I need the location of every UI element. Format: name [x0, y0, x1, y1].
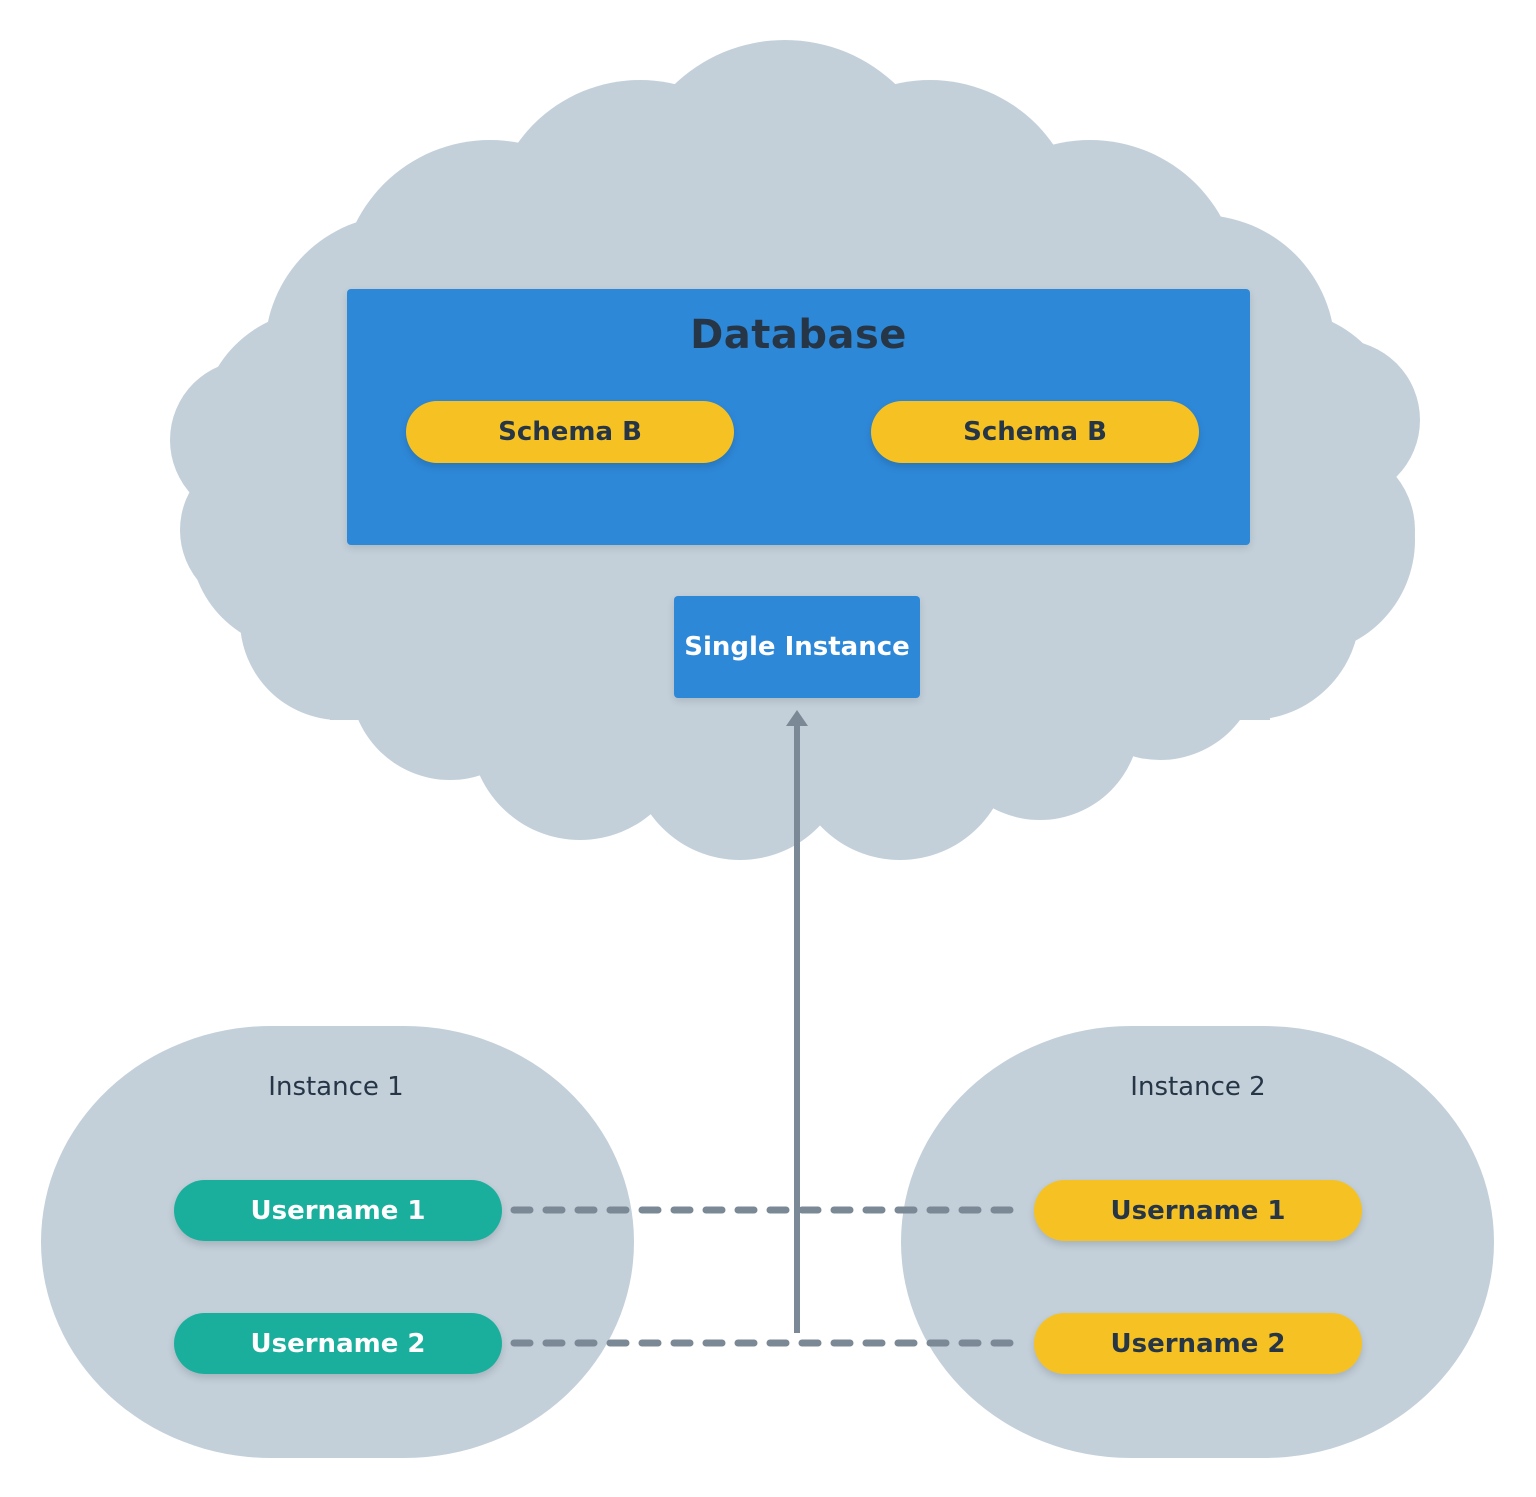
diagram-canvas [41, 40, 1494, 1458]
instance-2-label: Instance 2 [1130, 1072, 1266, 1102]
instance-2-username-1: Username 1 [1034, 1180, 1362, 1241]
single-instance-box: Single Instance [674, 596, 920, 698]
instance-1-username-2: Username 2 [174, 1313, 502, 1374]
database-title: Database [690, 312, 907, 358]
instance-2-username-2: Username 2 [1034, 1313, 1362, 1374]
schema-pill-1: Schema B [406, 401, 734, 463]
schema-pill-2: Schema B [871, 401, 1199, 463]
instance-1-label: Instance 1 [268, 1072, 404, 1102]
instance-1-username-1: Username 1 [174, 1180, 502, 1241]
